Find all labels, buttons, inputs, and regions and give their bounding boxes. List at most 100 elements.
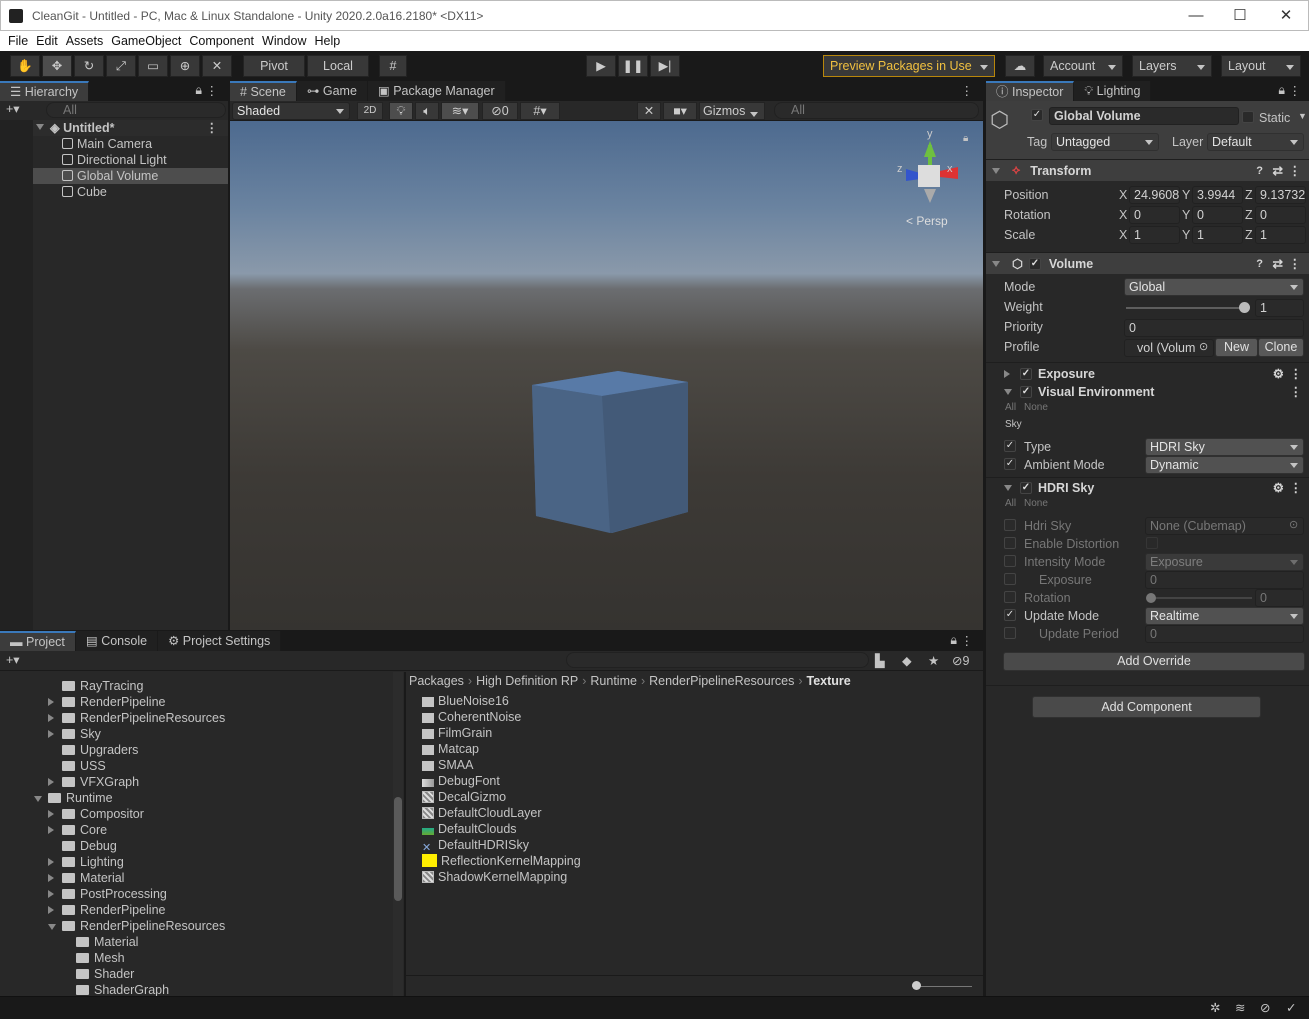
tab-game[interactable]: ⊶ Game: [296, 81, 368, 101]
select-none-link[interactable]: None: [1024, 402, 1048, 413]
clone-profile-button[interactable]: Clone: [1258, 338, 1304, 357]
hidden-objects-toggle[interactable]: ⊘0: [482, 102, 518, 120]
static-dropdown-icon[interactable]: ▼: [1298, 111, 1307, 121]
priority-input[interactable]: 0: [1124, 319, 1304, 337]
override-checkbox[interactable]: [1004, 555, 1016, 567]
collapsed-arrow-icon[interactable]: [48, 906, 54, 914]
grid-snap-icon[interactable]: #: [379, 55, 407, 77]
tree-folder-item[interactable]: Lighting: [0, 854, 392, 870]
menu-icon[interactable]: ⋮: [1289, 83, 1302, 98]
rotation-slider[interactable]: [1148, 597, 1252, 599]
collapsed-arrow-icon[interactable]: [48, 730, 54, 738]
close-button[interactable]: ✕: [1263, 5, 1309, 27]
help-icon[interactable]: ?: [1256, 258, 1263, 270]
override-menu-icon[interactable]: ⋮: [1290, 366, 1303, 381]
lock-icon[interactable]: 🔒︎: [1278, 83, 1285, 98]
override-menu-icon[interactable]: ⋮: [1290, 384, 1303, 399]
breadcrumb-item[interactable]: RenderPipelineResources: [649, 674, 794, 688]
asset-item[interactable]: ✕ DefaultHDRISky: [422, 837, 962, 854]
step-button[interactable]: ▶|: [650, 55, 680, 77]
play-button[interactable]: ▶: [586, 55, 616, 77]
shading-dropdown[interactable]: Shaded: [232, 102, 350, 120]
override-menu-icon[interactable]: ⋮: [1290, 480, 1303, 495]
tree-folder-item[interactable]: Material: [0, 934, 392, 950]
hierarchy-item-selected[interactable]: Global Volume: [0, 168, 228, 184]
asset-item[interactable]: SMAA: [422, 757, 962, 773]
account-dropdown[interactable]: Account: [1043, 55, 1123, 77]
tree-folder-item[interactable]: USS: [0, 758, 392, 774]
gizmos-dropdown[interactable]: Gizmos: [699, 102, 765, 120]
hierarchy-search-input[interactable]: All: [46, 102, 226, 118]
pause-button[interactable]: ❚❚: [618, 55, 648, 77]
tools-icon[interactable]: ✕: [637, 102, 661, 120]
tree-folder-item[interactable]: RenderPipeline: [0, 694, 392, 710]
sky-type-dropdown[interactable]: HDRI Sky: [1145, 438, 1304, 456]
tab-package-manager[interactable]: ▣ Package Manager: [367, 81, 506, 101]
cloud-icon[interactable]: ☁: [1005, 55, 1035, 77]
lock-icon[interactable]: 🔒︎: [963, 133, 968, 144]
tree-folder-item[interactable]: RenderPipelineResources: [0, 710, 392, 726]
collapsed-arrow-icon[interactable]: [48, 874, 54, 882]
hand-tool-icon[interactable]: ✋: [10, 55, 40, 77]
menu-file[interactable]: File: [8, 34, 28, 48]
add-icon[interactable]: +▾: [6, 101, 20, 116]
hdri-sky-override[interactable]: ✓ HDRI Sky ⚙ ⋮: [1004, 479, 1309, 496]
tab-scene[interactable]: # Scene: [230, 81, 297, 101]
scene-menu-icon[interactable]: ⋮: [206, 120, 219, 136]
select-all-link[interactable]: All: [1005, 498, 1016, 509]
enable-distortion-checkbox[interactable]: [1146, 537, 1158, 549]
asset-item[interactable]: DefaultClouds: [422, 821, 962, 837]
x-input[interactable]: 0: [1129, 206, 1180, 224]
preset-icon[interactable]: ⇄: [1273, 256, 1283, 271]
rotate-tool-icon[interactable]: ↻: [74, 55, 104, 77]
hierarchy-item[interactable]: Cube: [0, 184, 228, 200]
tab-project-settings[interactable]: ⚙ Project Settings: [158, 631, 282, 651]
y-input[interactable]: 1: [1192, 226, 1243, 244]
lighting-toggle-icon[interactable]: 💡︎: [389, 102, 413, 120]
tab-project[interactable]: ▬ Project: [0, 631, 76, 651]
menu-icon[interactable]: ⋮: [206, 83, 219, 98]
preset-icon[interactable]: ⇄: [1273, 163, 1283, 178]
tree-folder-item[interactable]: Debug: [0, 838, 392, 854]
select-all-link[interactable]: All: [1005, 402, 1016, 413]
audio-toggle-icon[interactable]: 🔈︎: [415, 102, 439, 120]
preview-packages-dropdown[interactable]: Preview Packages in Use: [823, 55, 995, 77]
tree-folder-item[interactable]: Runtime: [0, 790, 392, 806]
tree-folder-item[interactable]: RenderPipelineResources: [0, 918, 392, 934]
menu-window[interactable]: Window: [262, 34, 306, 48]
tree-folder-item[interactable]: Material: [0, 870, 392, 886]
menu-gameobject[interactable]: GameObject: [111, 34, 181, 48]
collapsed-arrow-icon[interactable]: [48, 778, 54, 786]
override-checkbox[interactable]: [1004, 573, 1016, 585]
custom-tool-icon[interactable]: ✕: [202, 55, 232, 77]
hdri-value-input[interactable]: 0: [1145, 571, 1304, 589]
component-menu-icon[interactable]: ⋮: [1289, 256, 1302, 271]
layers-dropdown[interactable]: Layers: [1132, 55, 1212, 77]
tab-inspector[interactable]: ⓘ Inspector: [986, 81, 1075, 101]
new-profile-button[interactable]: New: [1215, 338, 1258, 357]
breadcrumb-current[interactable]: Texture: [807, 674, 851, 688]
ambient-override-checkbox[interactable]: ✓: [1004, 458, 1016, 470]
transform-header[interactable]: ⟡ Transform ? ⇄ ⋮: [986, 159, 1309, 181]
tree-folder-item[interactable]: Upgraders: [0, 742, 392, 758]
type-override-checkbox[interactable]: ✓: [1004, 440, 1016, 452]
z-input[interactable]: 0: [1255, 206, 1306, 224]
tree-folder-item[interactable]: VFXGraph: [0, 774, 392, 790]
collapsed-arrow-icon[interactable]: [48, 714, 54, 722]
x-input[interactable]: 1: [1129, 226, 1180, 244]
override-checkbox[interactable]: [1004, 591, 1016, 603]
volume-enabled-checkbox[interactable]: ✓: [1028, 257, 1041, 270]
expanded-arrow-icon[interactable]: [48, 924, 56, 930]
tree-scrollbar[interactable]: [393, 672, 403, 996]
collapsed-arrow-icon[interactable]: [48, 826, 54, 834]
hdri-sky-checkbox[interactable]: ✓: [1020, 481, 1032, 494]
expanded-arrow-icon[interactable]: [34, 796, 42, 802]
filter-type-icon[interactable]: ▙: [875, 653, 885, 668]
static-checkbox[interactable]: [1242, 111, 1254, 123]
tree-folder-item[interactable]: RayTracing: [0, 678, 392, 694]
ambient-mode-dropdown[interactable]: Dynamic: [1145, 456, 1304, 474]
x-input[interactable]: 24.9608: [1129, 186, 1180, 204]
scene-search-input[interactable]: All: [774, 102, 979, 119]
settings-icon[interactable]: ⚙: [1273, 366, 1284, 381]
breadcrumb-item[interactable]: High Definition RP: [476, 674, 578, 688]
